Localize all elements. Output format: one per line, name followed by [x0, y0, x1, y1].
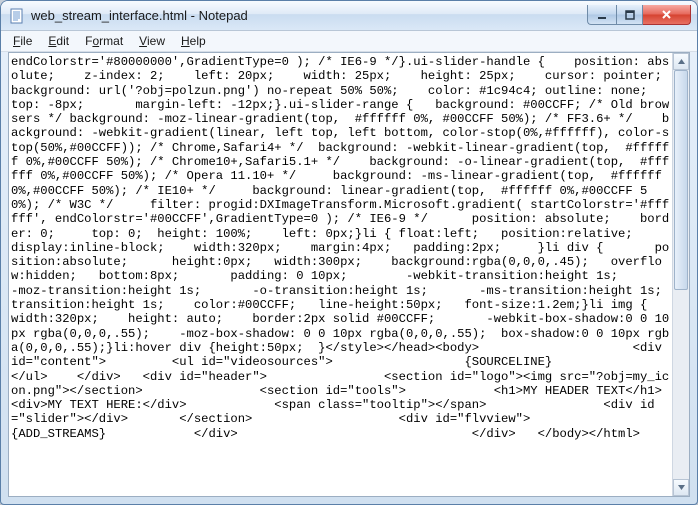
menu-bar: File Edit Format View Help	[1, 31, 697, 52]
scroll-thumb[interactable]	[674, 70, 688, 290]
window-controls	[587, 6, 691, 25]
scroll-up-button[interactable]	[673, 53, 689, 70]
menu-file[interactable]: File	[5, 32, 40, 50]
vertical-scrollbar[interactable]	[672, 53, 689, 496]
minimize-button[interactable]	[587, 5, 616, 25]
title-bar[interactable]: web_stream_interface.html - Notepad	[1, 1, 697, 31]
maximize-button[interactable]	[616, 5, 643, 25]
menu-help[interactable]: Help	[173, 32, 214, 50]
editor-text-area[interactable]: endColorstr='#80000000',GradientType=0 )…	[9, 53, 672, 496]
scroll-track[interactable]	[673, 70, 689, 479]
menu-format[interactable]: Format	[77, 32, 131, 50]
window-title: web_stream_interface.html - Notepad	[31, 8, 587, 23]
client-wrapper: endColorstr='#80000000',GradientType=0 )…	[1, 52, 697, 504]
scroll-down-button[interactable]	[673, 479, 689, 496]
editor-client-area: endColorstr='#80000000',GradientType=0 )…	[8, 52, 690, 497]
menu-view[interactable]: View	[131, 32, 173, 50]
menu-edit[interactable]: Edit	[40, 32, 77, 50]
close-button[interactable]	[643, 5, 691, 25]
notepad-window: web_stream_interface.html - Notepad File…	[0, 0, 698, 505]
notepad-app-icon	[9, 8, 25, 24]
